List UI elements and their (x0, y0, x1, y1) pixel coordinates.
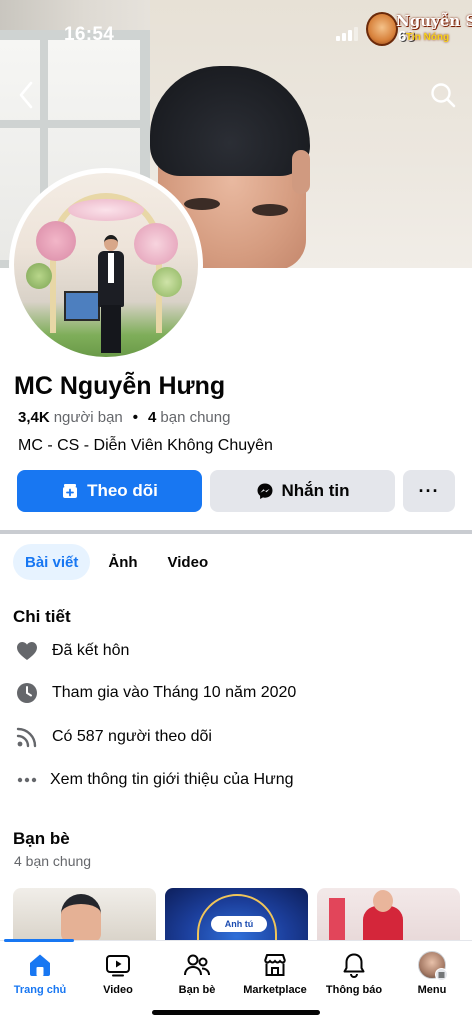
tab-video[interactable]: Video (156, 544, 221, 580)
nav-friends[interactable]: Bạn bè (157, 951, 237, 996)
mutual-label: bạn chung (160, 409, 231, 426)
followers-text: Có 587 người theo dõi (52, 728, 212, 745)
more-options-icon: ··· (418, 480, 440, 501)
nav-notifications-label: Thông báo (325, 984, 383, 996)
home-indicator (152, 1010, 320, 1015)
nav-video[interactable]: Video (78, 951, 158, 996)
tab-photos[interactable]: Ảnh (96, 544, 149, 580)
section-divider (0, 530, 472, 534)
menu-avatar-icon (418, 951, 448, 981)
friends-count: 3,4K (18, 409, 50, 426)
friend-card[interactable]: Anh tú (165, 888, 308, 942)
follow-button[interactable]: Theo dõi (17, 470, 202, 512)
back-button[interactable] (12, 78, 40, 112)
search-button[interactable] (426, 78, 460, 112)
video-icon (104, 951, 132, 979)
active-tab-indicator (4, 939, 74, 942)
nav-marketplace[interactable]: Marketplace (235, 951, 315, 996)
chevron-left-icon (19, 81, 33, 109)
friend-card[interactable] (13, 888, 156, 942)
follow-icon (63, 484, 78, 498)
friends-label: người bạn (53, 409, 123, 426)
menu-lines-icon (435, 968, 448, 981)
friend-stats[interactable]: 3,4K người bạn • 4 bạn chung (18, 409, 230, 426)
signal-icon (336, 27, 358, 41)
nav-notifications[interactable]: Thông báo (314, 951, 394, 996)
bell-icon (340, 951, 368, 979)
nav-marketplace-label: Marketplace (243, 984, 307, 996)
nav-video-label: Video (103, 984, 133, 996)
nav-menu[interactable]: Menu (392, 951, 472, 996)
friends-title: Bạn bè (13, 829, 70, 848)
detail-joined: Tham gia vào Tháng 10 năm 2020 (16, 682, 296, 704)
message-label: Nhắn tin (281, 481, 350, 500)
detail-relationship: Đã kết hôn (16, 640, 129, 662)
cover-ear (292, 150, 310, 194)
nav-home-label: Trang chủ (13, 984, 67, 996)
detail-about-link[interactable]: Xem thông tin giới thiệu của Hưng (16, 769, 294, 791)
about-link-text: Xem thông tin giới thiệu của Hưng (50, 771, 294, 788)
relationship-text: Đã kết hôn (52, 642, 130, 659)
friends-subtitle: 4 bạn chung (14, 853, 92, 869)
watermark-mascot-icon (366, 12, 398, 46)
mutual-count: 4 (148, 409, 157, 426)
ellipsis-icon (16, 769, 38, 791)
profile-tabs: Bài viết Ảnh Video (13, 544, 220, 580)
clock-icon (16, 682, 38, 704)
friend-card[interactable] (317, 888, 460, 942)
message-button[interactable]: Nhắn tin (210, 470, 395, 512)
details-title: Chi tiết (13, 607, 71, 626)
watermark-subtitle: Tin Nóng (406, 32, 450, 43)
status-time: 16:54 (64, 24, 115, 45)
profile-name: MC Nguyễn Hưng (14, 372, 226, 400)
avatar-photo (14, 173, 198, 357)
profile-avatar[interactable] (9, 168, 203, 362)
tab-posts[interactable]: Bài viết (13, 544, 91, 580)
messenger-icon (257, 483, 272, 499)
follow-label: Theo dõi (87, 481, 158, 500)
nav-home[interactable]: Trang chủ (0, 951, 80, 996)
profile-bio: MC - CS - Diễn Viên Không Chuyên (18, 437, 273, 454)
watermark-logo: Nguyễn Sin 68 Tin Nóng (366, 10, 472, 48)
heart-icon (16, 640, 38, 662)
joined-text: Tham gia vào Tháng 10 năm 2020 (52, 684, 297, 701)
detail-followers[interactable]: Có 587 người theo dõi (16, 726, 212, 748)
rss-icon (16, 726, 38, 748)
search-icon (431, 83, 456, 108)
friend-photo-decor (329, 898, 345, 942)
nav-menu-label: Menu (417, 984, 447, 996)
friend-photo (61, 894, 101, 942)
marketplace-icon (261, 951, 289, 979)
friend-card-badge: Anh tú (211, 916, 267, 932)
nav-friends-label: Bạn bè (178, 984, 216, 996)
stats-separator: • (132, 409, 139, 426)
friend-photo-head (373, 890, 393, 912)
home-icon (26, 951, 54, 979)
friends-icon (183, 951, 211, 979)
more-options-button[interactable]: ··· (403, 470, 455, 512)
